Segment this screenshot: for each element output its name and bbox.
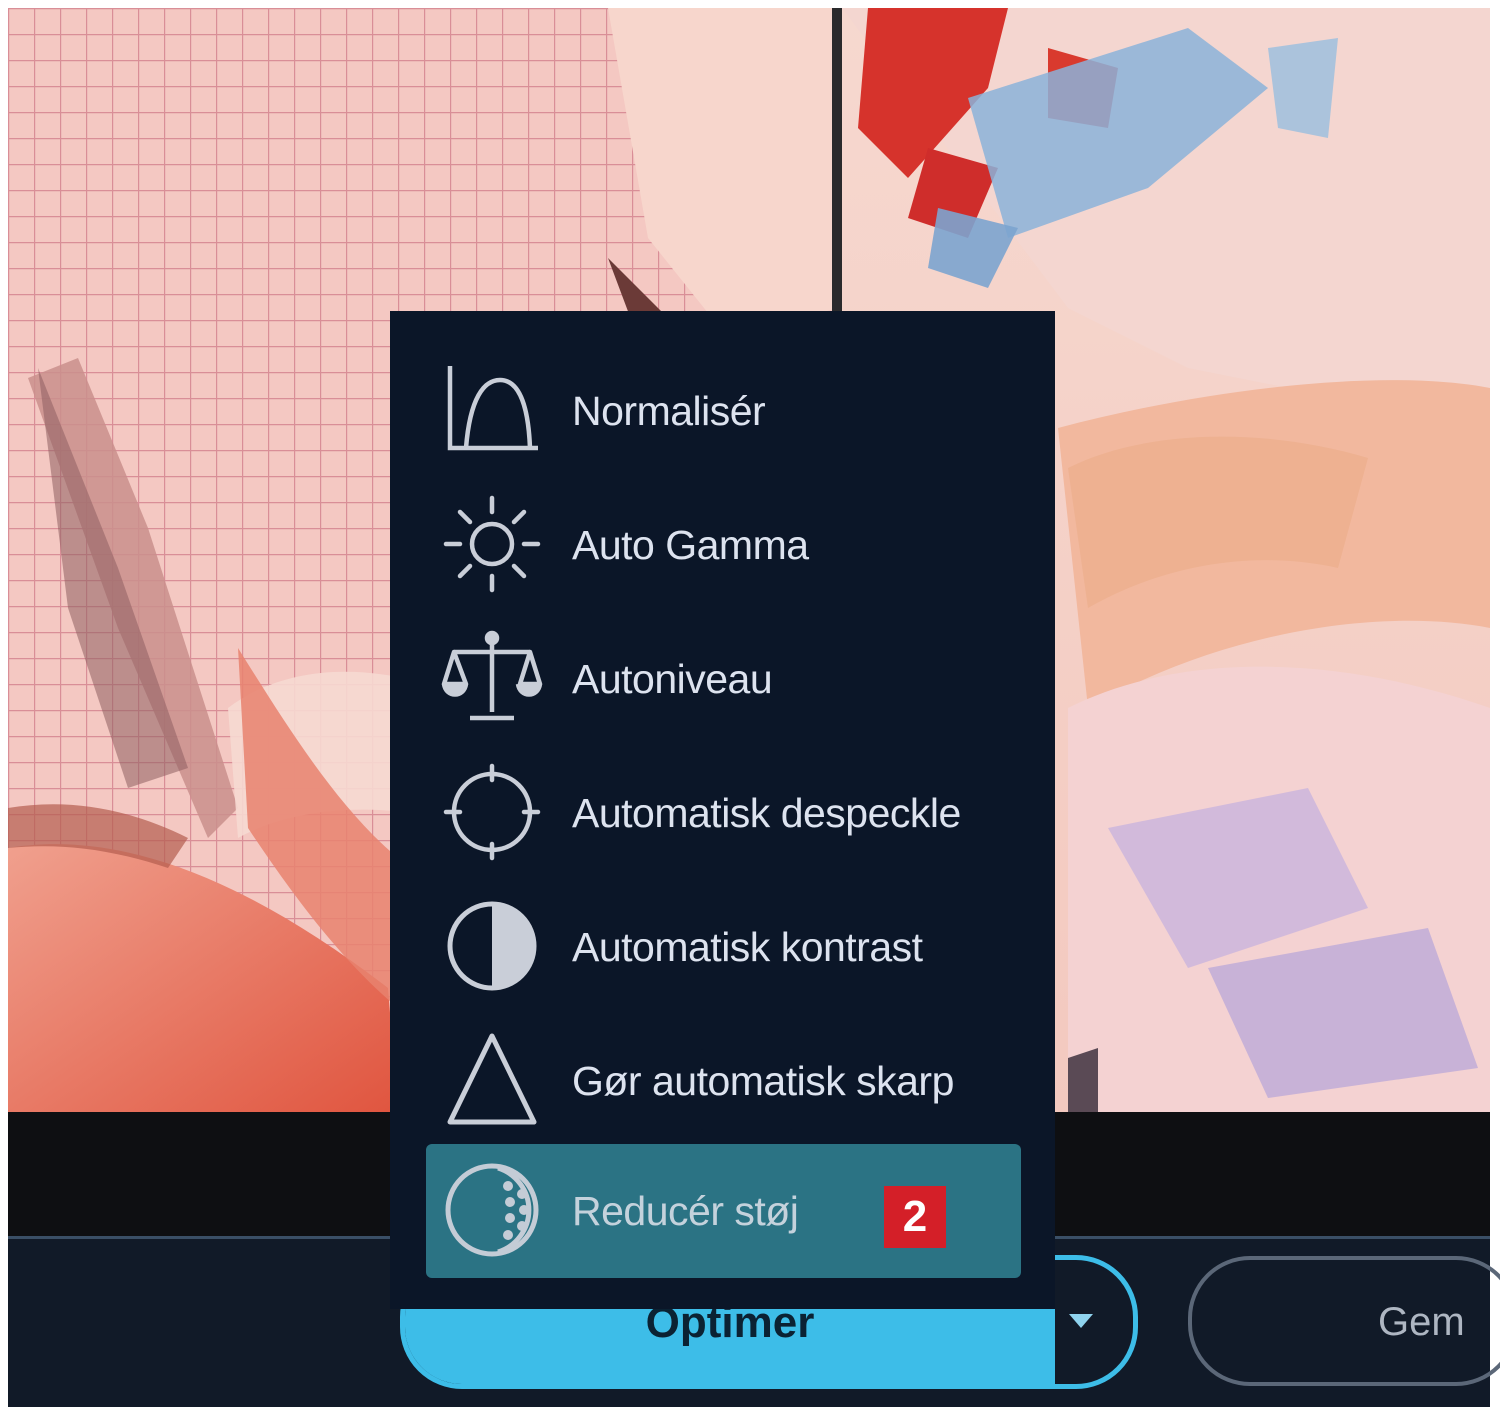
menu-item-label: Normalisér [572, 388, 766, 434]
menu-item-auto-sharpen[interactable]: Gør automatisk skarp [426, 1014, 1021, 1148]
menu-item-auto-level[interactable]: Autoniveau [426, 612, 1021, 746]
save-button[interactable]: Gem [1188, 1256, 1500, 1386]
scales-icon [440, 626, 544, 730]
menu-item-auto-despeckle[interactable]: Automatisk despeckle [426, 746, 1021, 880]
contrast-icon [440, 894, 544, 998]
menu-item-normalize[interactable]: Normalisér [426, 344, 1021, 478]
app-window: Optimer Gem Normalisér Auto Gamma Autoni… [0, 0, 1500, 1415]
menu-item-label: Automatisk kontrast [572, 924, 923, 970]
crosshair-icon [440, 760, 544, 864]
histogram-icon [440, 358, 544, 462]
menu-item-label: Reducér støj [572, 1188, 799, 1234]
menu-item-label: Autoniveau [572, 656, 773, 702]
menu-item-label: Auto Gamma [572, 522, 809, 568]
menu-item-label: Automatisk despeckle [572, 790, 961, 836]
menu-item-reduce-noise[interactable]: Reducér støj 2 [426, 1144, 1021, 1278]
triangle-icon [440, 1028, 544, 1132]
menu-item-label: Gør automatisk skarp [572, 1058, 954, 1104]
menu-item-auto-contrast[interactable]: Automatisk kontrast [426, 880, 1021, 1014]
step-badge: 2 [884, 1186, 946, 1248]
chevron-down-icon[interactable] [1069, 1314, 1093, 1328]
noise-icon [440, 1158, 544, 1262]
optimize-dropdown-menu: Normalisér Auto Gamma Autoniveau Automat… [390, 311, 1055, 1309]
sun-icon [440, 492, 544, 596]
menu-item-auto-gamma[interactable]: Auto Gamma [426, 478, 1021, 612]
